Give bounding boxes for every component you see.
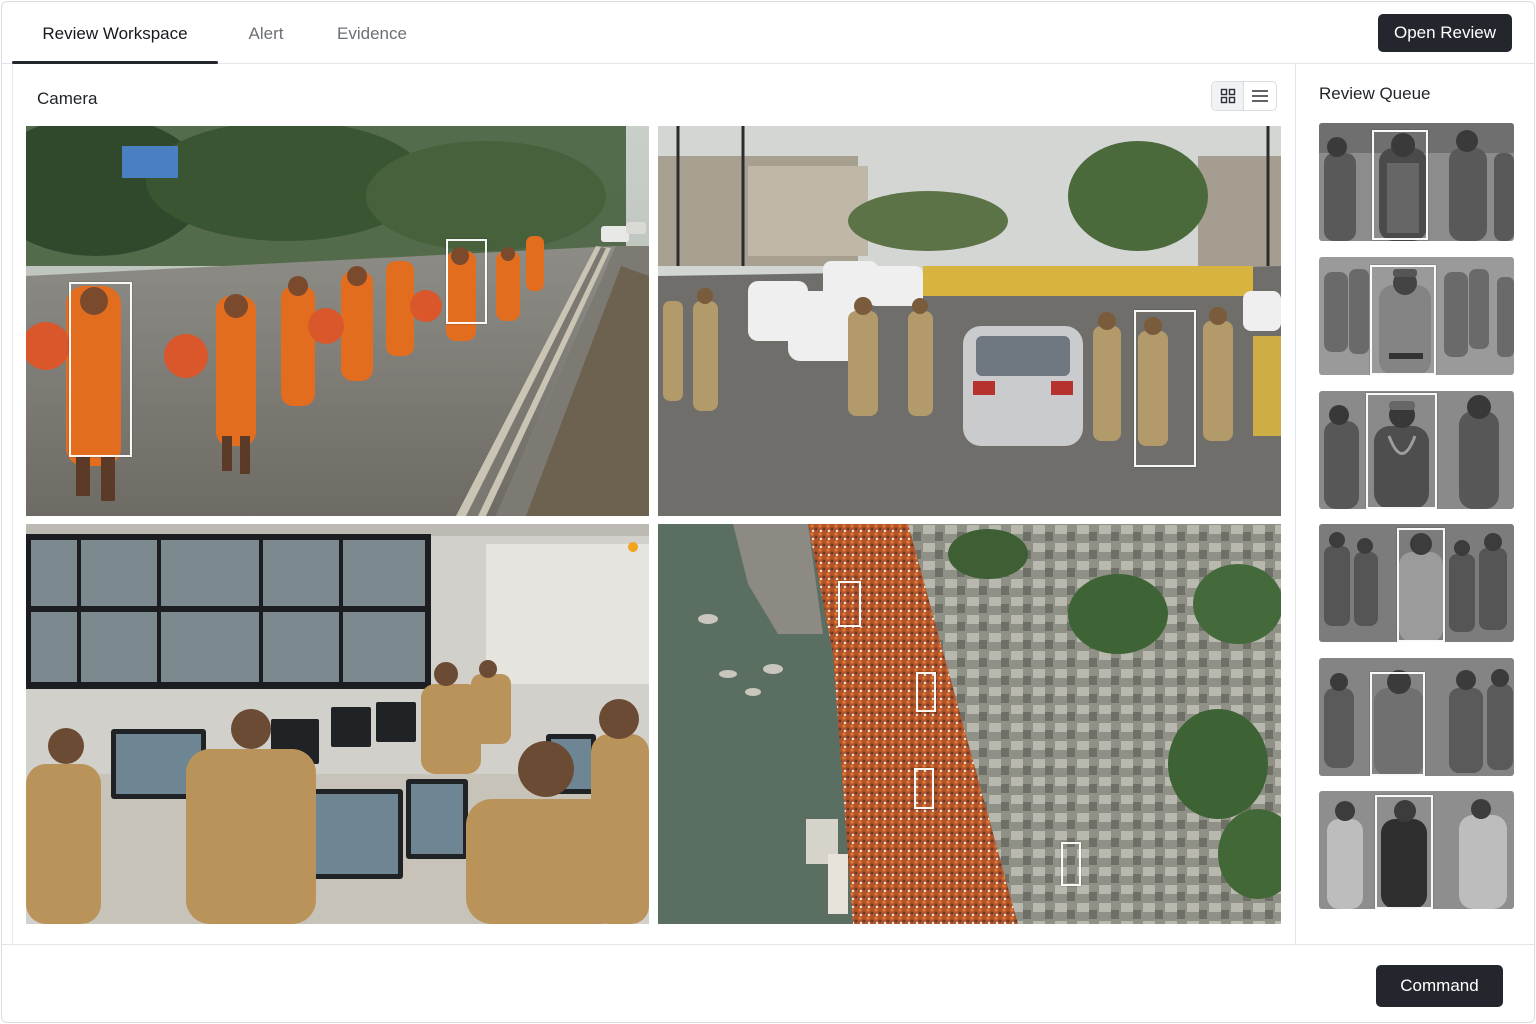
camera-panel-title: Camera	[37, 89, 98, 108]
detection-box[interactable]	[838, 581, 861, 627]
queue-item[interactable]	[1319, 658, 1514, 776]
detection-box	[1370, 265, 1436, 375]
camera-panel: Camera	[12, 64, 1296, 944]
camera-feed-control-room[interactable]	[26, 524, 649, 924]
detection-box	[1366, 393, 1437, 509]
tab-alert[interactable]: Alert	[228, 2, 304, 64]
detection-box[interactable]	[1134, 310, 1196, 467]
detection-box[interactable]	[69, 282, 132, 457]
bottom-action-bar: Command	[2, 944, 1534, 1022]
queue-item[interactable]	[1319, 524, 1514, 642]
aerial-crowd-feed-image	[658, 524, 1281, 924]
detection-box	[1370, 672, 1425, 776]
list-view-icon	[1252, 90, 1268, 102]
tab-review-workspace[interactable]: Review Workspace	[12, 2, 218, 64]
review-queue-title: Review Queue	[1319, 84, 1431, 103]
detection-box	[1397, 528, 1445, 642]
detection-box[interactable]	[446, 239, 487, 324]
control-room-feed-image	[26, 524, 649, 924]
camera-feed-aerial-crowd[interactable]	[658, 524, 1281, 924]
queue-item[interactable]	[1319, 257, 1514, 375]
command-button[interactable]: Command	[1376, 965, 1503, 1007]
tab-evidence[interactable]: Evidence	[324, 2, 420, 64]
open-review-button[interactable]: Open Review	[1378, 14, 1512, 52]
queue-item[interactable]	[1319, 791, 1514, 909]
list-view-button[interactable]	[1244, 82, 1276, 110]
grid-view-button[interactable]	[1212, 82, 1245, 110]
top-tab-bar: Review Workspace Alert Evidence Open Rev…	[2, 2, 1534, 64]
camera-feed-procession[interactable]	[26, 126, 649, 516]
queue-item[interactable]	[1319, 123, 1514, 241]
camera-feed-checkpoint[interactable]	[658, 126, 1281, 516]
detection-box[interactable]	[916, 672, 936, 712]
grid-view-icon	[1220, 88, 1235, 104]
detection-box	[1375, 795, 1433, 909]
queue-item[interactable]	[1319, 391, 1514, 509]
detection-box[interactable]	[1061, 842, 1081, 886]
view-mode-toggle	[1211, 81, 1277, 111]
review-queue-panel: Review Queue	[1298, 64, 1534, 944]
detection-box[interactable]	[914, 768, 934, 809]
detection-box	[1372, 130, 1428, 240]
app-window: Review Workspace Alert Evidence Open Rev…	[1, 1, 1535, 1023]
